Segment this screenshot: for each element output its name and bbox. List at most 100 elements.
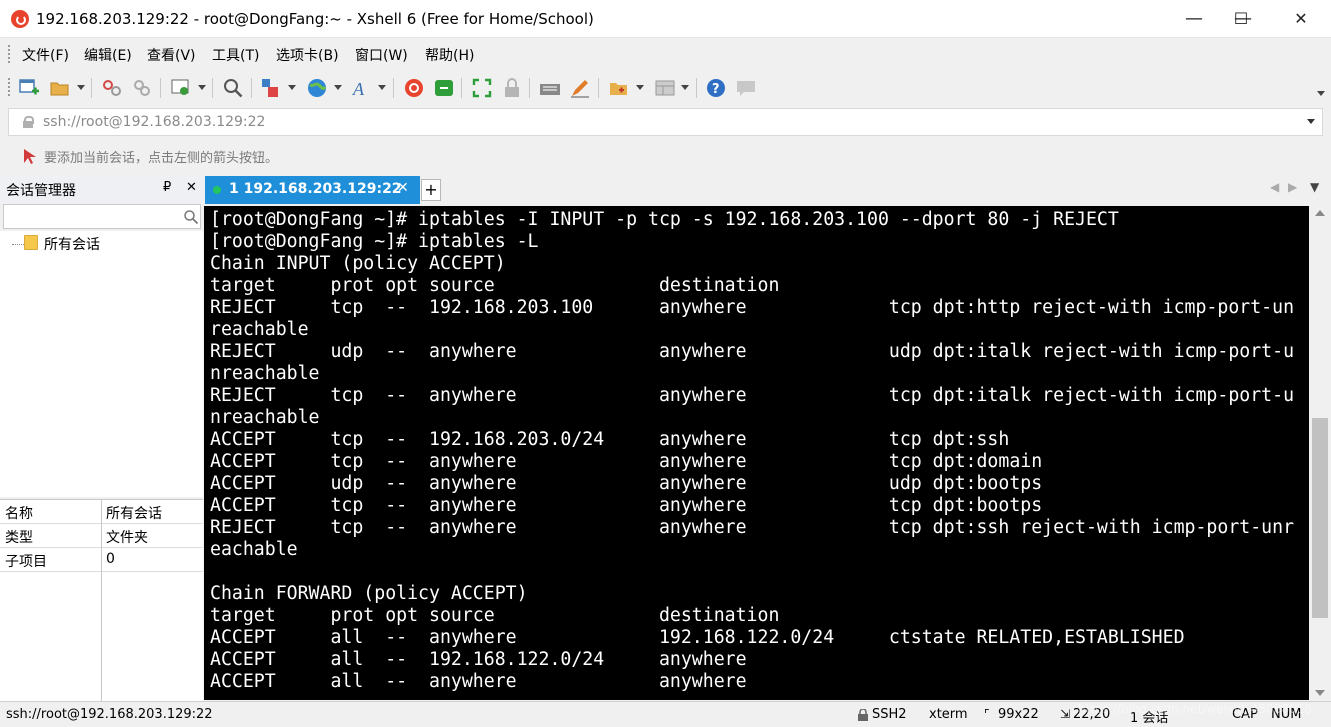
terminal-line: REJECT udp -- anywhere anywhere udp dpt:… [210, 341, 1295, 362]
minimize-button-alt[interactable]: — [1169, 0, 1219, 38]
session-manager-header: 会话管理器 ₽ ✕ [0, 176, 203, 202]
hint-text: 要添加当前会话，点击左侧的箭头按钮。 [44, 151, 279, 166]
connected-status-icon [213, 186, 221, 194]
terminal-line: ACCEPT tcp -- anywhere anywhere tcp dpt:… [210, 451, 1043, 472]
terminal-line: nreachable [210, 363, 320, 384]
xftp-icon[interactable] [433, 77, 455, 99]
folder-icon [24, 235, 38, 250]
new-session-icon[interactable] [18, 77, 40, 99]
terminal-line: Chain FORWARD (policy ACCEPT) [210, 583, 528, 604]
address-bar[interactable]: ssh://root@192.168.203.129:22 [8, 108, 1323, 136]
property-column-divider [101, 499, 102, 701]
menu-tabs[interactable]: 选项卡(B) [276, 45, 339, 65]
properties-dropdown-caret[interactable] [198, 85, 206, 90]
terminal-line: REJECT tcp -- 192.168.203.100 anywhere t… [210, 297, 1295, 318]
globe-dropdown-caret[interactable] [334, 85, 342, 90]
pin-icon[interactable]: ₽ [163, 180, 171, 195]
terminal-line: Chain INPUT (policy ACCEPT) [210, 253, 506, 274]
menu-view[interactable]: 查看(V) [147, 45, 196, 65]
search-icon[interactable] [183, 209, 199, 225]
toolbar-overflow-caret[interactable] [1317, 91, 1325, 96]
scroll-down-icon[interactable] [1315, 690, 1325, 696]
keyboard-icon[interactable] [539, 77, 561, 99]
transfer-icon[interactable] [260, 77, 282, 99]
tree-item-all-sessions[interactable]: 所有会话 [44, 234, 100, 254]
status-terminal-type: xterm [929, 707, 968, 722]
xshell-logo-icon [11, 10, 29, 28]
tree-connector [12, 244, 24, 245]
title-bar: 192.168.203.129:22 - root@DongFang:~ - X… [0, 0, 1331, 38]
font-dropdown-caret[interactable] [378, 85, 386, 90]
scroll-thumb[interactable] [1312, 418, 1328, 618]
terminal[interactable]: [root@DongFang ~]# iptables -I INPUT -p … [204, 206, 1309, 700]
tab-session-1[interactable]: 1 192.168.203.129:22 ✕ [205, 176, 420, 204]
terminal-line: ACCEPT udp -- anywhere anywhere udp dpt:… [210, 473, 1043, 494]
terminal-line: ACCEPT all -- anywhere 192.168.122.0/24 … [210, 627, 1185, 648]
hint-bar: 要添加当前会话，点击左侧的箭头按钮。 [0, 141, 1331, 171]
terminal-line: ACCEPT all -- 192.168.122.0/24 anywhere [210, 649, 747, 670]
layout-icon[interactable] [654, 77, 676, 99]
transfer-dropdown-caret[interactable] [288, 85, 296, 90]
terminal-line: ACCEPT tcp -- 192.168.203.0/24 anywhere … [210, 429, 1010, 450]
menu-edit[interactable]: 编辑(E) [84, 45, 132, 65]
properties-icon[interactable] [170, 77, 192, 99]
session-manager-close-icon[interactable]: ✕ [186, 180, 197, 195]
terminal-line: nreachable [210, 407, 320, 428]
terminal-output: [root@DongFang ~]# iptables -I INPUT -p … [210, 209, 1294, 693]
menu-window[interactable]: 窗口(W) [355, 45, 408, 65]
folder-add-dropdown-caret[interactable] [636, 85, 644, 90]
session-manager-title: 会话管理器 [6, 183, 76, 199]
compose-icon[interactable] [569, 77, 591, 99]
terminal-line: reachable [210, 319, 309, 340]
size-icon: ⌜ [984, 707, 990, 721]
terminal-scrollbar[interactable] [1309, 206, 1331, 700]
disconnect-icon[interactable] [101, 77, 123, 99]
svg-text:A: A [352, 79, 365, 99]
terminal-line: target prot opt source destination [210, 605, 780, 626]
globe-icon[interactable] [306, 77, 328, 99]
property-name: 名称 [5, 506, 33, 522]
tab-scroll-right-icon[interactable]: ▶ [1288, 180, 1297, 194]
ssh-lock-icon [858, 709, 868, 721]
scroll-up-icon[interactable] [1315, 210, 1325, 216]
watermark: https://blog.csdn.net/weixin_45088018 [1078, 702, 1313, 716]
fullscreen-icon[interactable] [471, 77, 493, 99]
terminal-line: ACCEPT all -- anywhere anywhere [210, 671, 747, 692]
tab-close-icon[interactable]: ✕ [397, 180, 409, 196]
tab-scroll-left-icon[interactable]: ◀ [1270, 180, 1279, 194]
layout-dropdown-caret[interactable] [681, 85, 689, 90]
address-dropdown-caret[interactable] [1307, 119, 1315, 124]
tab-label[interactable]: 1 192.168.203.129:22 [229, 181, 402, 197]
property-name: 类型 [5, 530, 33, 546]
terminal-line: REJECT tcp -- anywhere anywhere tcp dpt:… [210, 517, 1295, 538]
lock-icon[interactable] [501, 77, 523, 99]
help-icon[interactable]: ? [705, 77, 727, 99]
open-folder-icon[interactable] [49, 77, 71, 99]
terminal-line: ACCEPT tcp -- anywhere anywhere tcp dpt:… [210, 495, 1043, 516]
window-title: 192.168.203.129:22 - root@DongFang:~ - X… [36, 10, 594, 28]
lock-icon [23, 116, 34, 128]
close-button[interactable]: ✕ [1276, 0, 1326, 38]
status-connection: ssh://root@192.168.203.129:22 [6, 707, 213, 722]
maximize-button[interactable]: ☐ [1216, 0, 1266, 38]
search-icon[interactable] [222, 77, 244, 99]
property-value: 0 [106, 551, 115, 567]
open-dropdown-caret[interactable] [77, 85, 85, 90]
address-input[interactable]: ssh://root@192.168.203.129:22 [43, 114, 265, 130]
font-icon[interactable]: A [351, 77, 373, 99]
chat-icon[interactable] [735, 77, 757, 99]
session-search-input[interactable] [3, 204, 201, 229]
tab-list-icon[interactable]: ▼ [1310, 180, 1319, 194]
new-tab-button[interactable]: + [421, 179, 441, 201]
xshell-icon[interactable] [403, 77, 425, 99]
terminal-line: [root@DongFang ~]# iptables -L [210, 231, 539, 252]
terminal-line: target prot opt source destination [210, 275, 780, 296]
folder-add-icon[interactable] [608, 77, 630, 99]
reconnect-icon[interactable] [131, 77, 153, 99]
add-session-arrow-icon[interactable] [20, 147, 38, 165]
toolbar: A ? [0, 69, 1331, 107]
menu-help[interactable]: 帮助(H) [425, 45, 474, 65]
menu-file[interactable]: 文件(F) [22, 45, 69, 65]
menu-tools[interactable]: 工具(T) [212, 45, 259, 65]
